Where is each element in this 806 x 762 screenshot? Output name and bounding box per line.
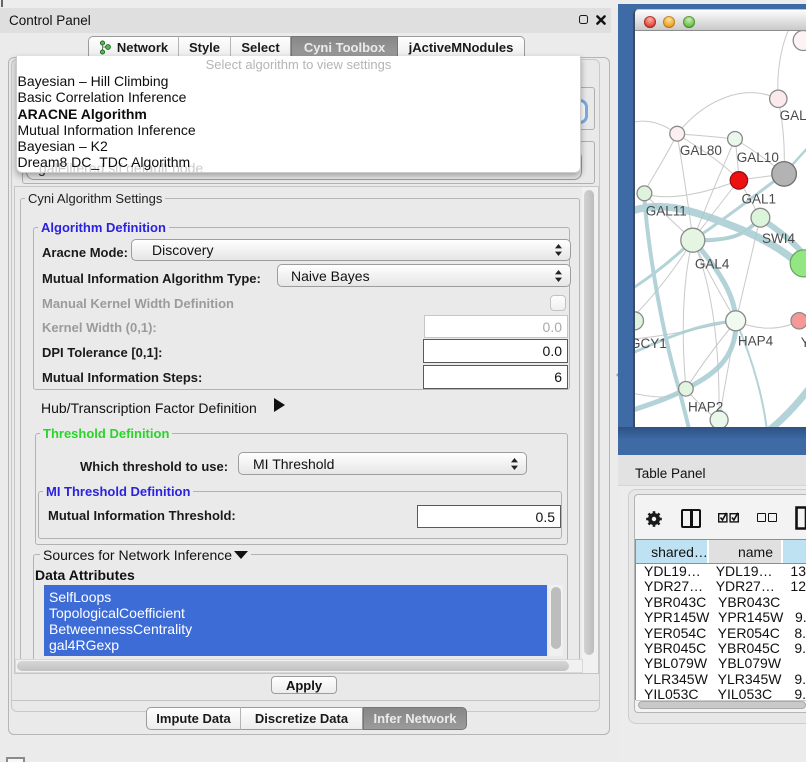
svg-text:GAL1: GAL1 (742, 192, 777, 207)
svg-text:HAP2: HAP2 (688, 400, 723, 415)
svg-text:GAL80: GAL80 (680, 143, 722, 158)
svg-text:Y: Y (801, 335, 806, 350)
svg-text:GAL11: GAL11 (646, 204, 687, 219)
svg-text:GAL4: GAL4 (695, 257, 730, 272)
svg-text:HAP4: HAP4 (738, 334, 774, 349)
svg-text:GAL10: GAL10 (737, 150, 779, 165)
svg-text:GCY1: GCY1 (635, 336, 667, 351)
svg-text:SWI4: SWI4 (762, 231, 795, 246)
svg-text:GAL7: GAL7 (780, 108, 806, 123)
